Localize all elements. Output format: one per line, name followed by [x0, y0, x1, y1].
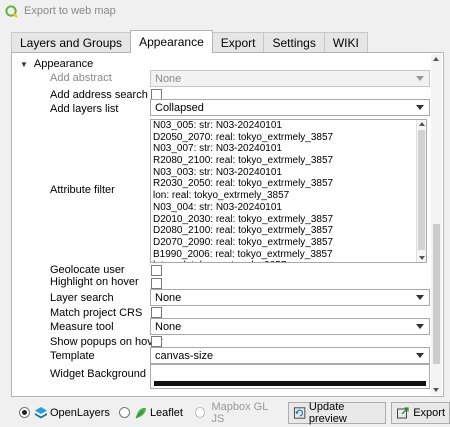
tab-appearance[interactable]: Appearance: [130, 30, 213, 53]
mapbox-radio: [194, 407, 206, 418]
leaflet-label: Leaflet: [149, 406, 183, 419]
match-project-crs-checkbox[interactable]: [151, 307, 162, 318]
scroll-down-icon[interactable]: [419, 256, 425, 260]
export-button[interactable]: Export: [391, 401, 450, 424]
attribute-filter-item[interactable]: N03_005: str: N03-20240101: [151, 120, 426, 132]
attribute-filter-item[interactable]: lon: real: tokyo_extrmely_3857: [151, 190, 426, 202]
add-layers-list-value: Collapsed: [155, 101, 204, 114]
scroll-up-icon[interactable]: [433, 57, 439, 61]
refresh-icon: [293, 406, 305, 419]
add-abstract-value: None: [155, 72, 182, 85]
color-swatch: [154, 381, 426, 386]
mapbox-label: Mapbox GL JS: [211, 400, 268, 425]
tab-settings[interactable]: Settings: [263, 32, 325, 53]
add-layers-list-select[interactable]: Collapsed: [150, 99, 430, 116]
leaflet-icon: [135, 407, 146, 418]
scroll-up-icon[interactable]: [419, 122, 425, 126]
mapbox-option: Mapbox GL JS: [194, 400, 280, 425]
measure-tool-value: None: [155, 320, 182, 333]
layer-search-label: Layer search: [50, 292, 114, 304]
attribute-filter-item[interactable]: B1990_2006: real: tokyo_extrmely_3857: [151, 249, 426, 261]
attribute-filter-item[interactable]: N03_007: str: N03-20240101: [151, 143, 426, 155]
measure-tool-label: Measure tool: [50, 321, 114, 333]
tab-bar: Layers and Groups Appearance Export Sett…: [11, 30, 368, 53]
tab-wiki[interactable]: WIKI: [323, 32, 368, 53]
template-select[interactable]: canvas-size: [150, 347, 430, 364]
title-bar: Export to web map: [0, 0, 450, 22]
window-title: Export to web map: [24, 5, 116, 17]
bottom-bar: OpenLayers Leaflet Mapbox GL JS Update p…: [0, 398, 450, 427]
layer-search-select[interactable]: None: [150, 289, 430, 306]
leaflet-option[interactable]: Leaflet: [118, 406, 183, 420]
qgis-logo-icon: [5, 4, 18, 18]
tab-layers-and-groups[interactable]: Layers and Groups: [11, 32, 132, 53]
appearance-group-header[interactable]: ▼ Appearance: [20, 58, 93, 70]
attribute-filter-label: Attribute filter: [50, 184, 115, 196]
openlayers-radio[interactable]: [19, 407, 30, 418]
geolocate-user-checkbox[interactable]: [151, 265, 162, 276]
widget-background-color-button[interactable]: [150, 364, 430, 389]
template-value: canvas-size: [155, 349, 214, 362]
update-preview-button[interactable]: Update preview: [287, 400, 387, 425]
scroll-thumb[interactable]: [433, 224, 440, 364]
openlayers-option[interactable]: OpenLayers: [19, 406, 110, 420]
highlight-on-hover-label: Highlight on hover: [50, 276, 139, 288]
match-project-crs-label: Match project CRS: [50, 307, 143, 319]
attribute-filter-list[interactable]: N03_005: str: N03-20240101 D2050_2070: re…: [150, 119, 427, 263]
template-label: Template: [50, 350, 95, 362]
openlayers-icon: [35, 406, 47, 418]
attribute-filter-item[interactable]: N03_003: str: N03-20240101: [151, 167, 426, 179]
export-label: Export: [413, 406, 445, 419]
highlight-on-hover-checkbox[interactable]: [151, 278, 162, 289]
attribute-filter-scrollbar[interactable]: [416, 120, 426, 262]
scroll-down-icon[interactable]: [433, 388, 439, 392]
add-address-search-label: Add address search: [50, 89, 148, 101]
attribute-filter-item[interactable]: D2070_2090: real: tokyo_extrmely_3857: [151, 237, 426, 249]
geolocate-user-label: Geolocate user: [50, 264, 125, 276]
attribute-filter-items: N03_005: str: N03-20240101 D2050_2070: re…: [151, 120, 426, 262]
attribute-filter-item[interactable]: N03_004: str: N03-20240101: [151, 202, 426, 214]
widget-background-label: Widget Background: [50, 368, 146, 380]
show-popups-on-hover-label: Show popups on hover: [50, 336, 163, 348]
chevron-down-icon: [416, 76, 424, 81]
add-layers-list-label: Add layers list: [50, 103, 119, 115]
attribute-filter-item[interactable]: D2050_2070: real: tokyo_extrmely_3857: [151, 132, 426, 144]
scroll-thumb[interactable]: [418, 130, 425, 250]
attribute-filter-item[interactable]: R2030_2050: real: tokyo_extrmely_3857: [151, 178, 426, 190]
appearance-group-label: Appearance: [33, 58, 94, 70]
show-popups-on-hover-checkbox[interactable]: [151, 336, 162, 347]
chevron-down-icon: [416, 353, 424, 358]
tab-export[interactable]: Export: [211, 32, 265, 53]
export-icon: [397, 406, 409, 418]
measure-tool-select[interactable]: None: [150, 318, 430, 335]
collapse-arrow-icon[interactable]: ▼: [20, 60, 28, 69]
layer-search-value: None: [155, 291, 182, 304]
attribute-filter-item[interactable]: lat: real: tokyo_extrmely_3857: [151, 260, 426, 262]
attribute-filter-item[interactable]: R2080_2100: real: tokyo_extrmely_3857: [151, 155, 426, 167]
attribute-filter-item[interactable]: D2010_2030: real: tokyo_extrmely_3857: [151, 214, 426, 226]
openlayers-label: OpenLayers: [50, 406, 110, 419]
attribute-filter-item[interactable]: D2080_2100: real: tokyo_extrmely_3857: [151, 225, 426, 237]
chevron-down-icon: [416, 105, 424, 110]
chevron-down-icon: [416, 324, 424, 329]
appearance-panel: ▼ Appearance Add abstract None Add addre…: [11, 52, 444, 397]
leaflet-radio[interactable]: [118, 407, 130, 418]
add-abstract-select: None: [150, 70, 430, 87]
add-abstract-label: Add abstract: [50, 72, 112, 84]
panel-scrollbar[interactable]: [431, 54, 442, 395]
update-preview-label: Update preview: [308, 400, 347, 425]
chevron-down-icon: [416, 295, 424, 300]
